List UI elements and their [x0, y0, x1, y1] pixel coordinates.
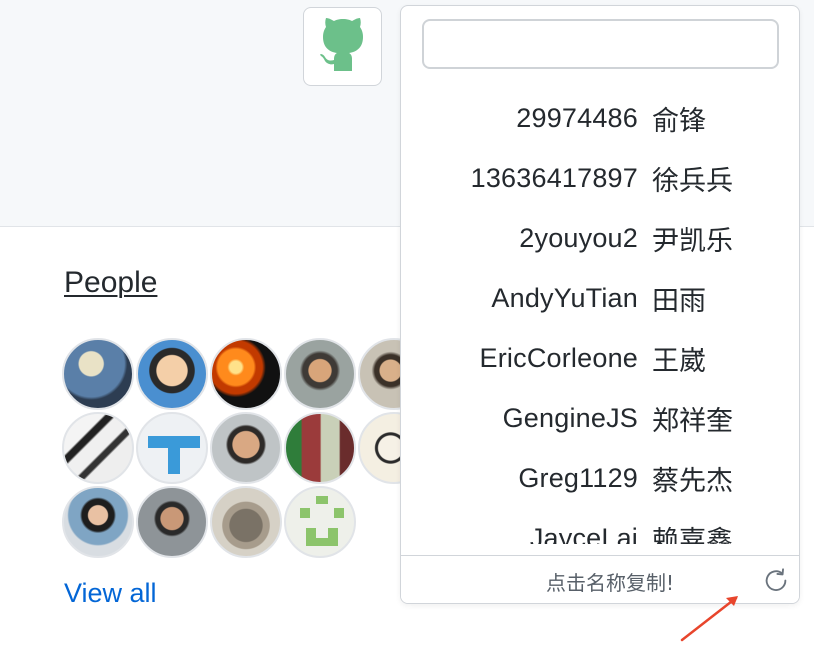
member-name[interactable]: 徐兵兵 — [652, 159, 733, 198]
avatar[interactable] — [284, 338, 356, 410]
list-item[interactable]: EricCorleone 王崴 — [401, 328, 799, 388]
member-name[interactable]: 俞锋 — [652, 99, 706, 138]
list-item[interactable]: 29974486 俞锋 — [401, 88, 799, 148]
list-item[interactable]: AndyYuTian 田雨 — [401, 268, 799, 328]
view-all-link[interactable]: View all — [64, 578, 157, 609]
list-item[interactable]: 2youyou2 尹凯乐 — [401, 208, 799, 268]
member-login: Greg1129 — [518, 462, 638, 493]
avatar[interactable] — [136, 486, 208, 558]
avatar[interactable] — [136, 338, 208, 410]
red-arrow-icon — [680, 596, 738, 642]
avatar[interactable] — [284, 486, 356, 558]
avatar[interactable] — [210, 486, 282, 558]
member-name[interactable]: 田雨 — [652, 279, 706, 318]
refresh-button[interactable] — [760, 565, 792, 597]
avatar[interactable] — [136, 412, 208, 484]
member-name[interactable]: 赖嘉鑫 — [652, 519, 733, 545]
avatar[interactable] — [62, 412, 134, 484]
member-login: AndyYuTian — [491, 282, 638, 313]
member-name[interactable]: 郑祥奎 — [652, 399, 733, 438]
refresh-icon — [765, 568, 787, 591]
list-item[interactable]: 13636417897 徐兵兵 — [401, 148, 799, 208]
member-login: 13636417897 — [470, 162, 638, 193]
member-login: 2youyou2 — [519, 222, 638, 253]
members-popup: 29974486 俞锋 13636417897 徐兵兵 2youyou2 尹凯乐… — [400, 5, 800, 604]
avatar[interactable] — [210, 338, 282, 410]
member-name[interactable]: 蔡先杰 — [652, 459, 733, 498]
member-list[interactable]: 29974486 俞锋 13636417897 徐兵兵 2youyou2 尹凯乐… — [401, 88, 799, 545]
avatar[interactable] — [284, 412, 356, 484]
member-login: JayceLai — [529, 522, 638, 545]
people-heading[interactable]: People — [64, 266, 157, 300]
extension-button[interactable] — [303, 7, 382, 86]
avatar[interactable] — [62, 486, 134, 558]
member-name[interactable]: 王崴 — [652, 339, 706, 378]
github-octocat-icon — [316, 15, 370, 78]
member-login: GengineJS — [502, 402, 638, 433]
search-input[interactable] — [422, 19, 779, 69]
avatar[interactable] — [210, 412, 282, 484]
avatar[interactable] — [62, 338, 134, 410]
member-name[interactable]: 尹凯乐 — [652, 219, 733, 258]
member-login: EricCorleone — [479, 342, 638, 373]
list-item[interactable]: Greg1129 蔡先杰 — [401, 448, 799, 508]
avatar-grid — [62, 338, 452, 563]
member-login: 29974486 — [516, 102, 638, 133]
list-item[interactable]: GengineJS 郑祥奎 — [401, 388, 799, 448]
list-item[interactable]: JayceLai 赖嘉鑫 — [401, 508, 799, 545]
